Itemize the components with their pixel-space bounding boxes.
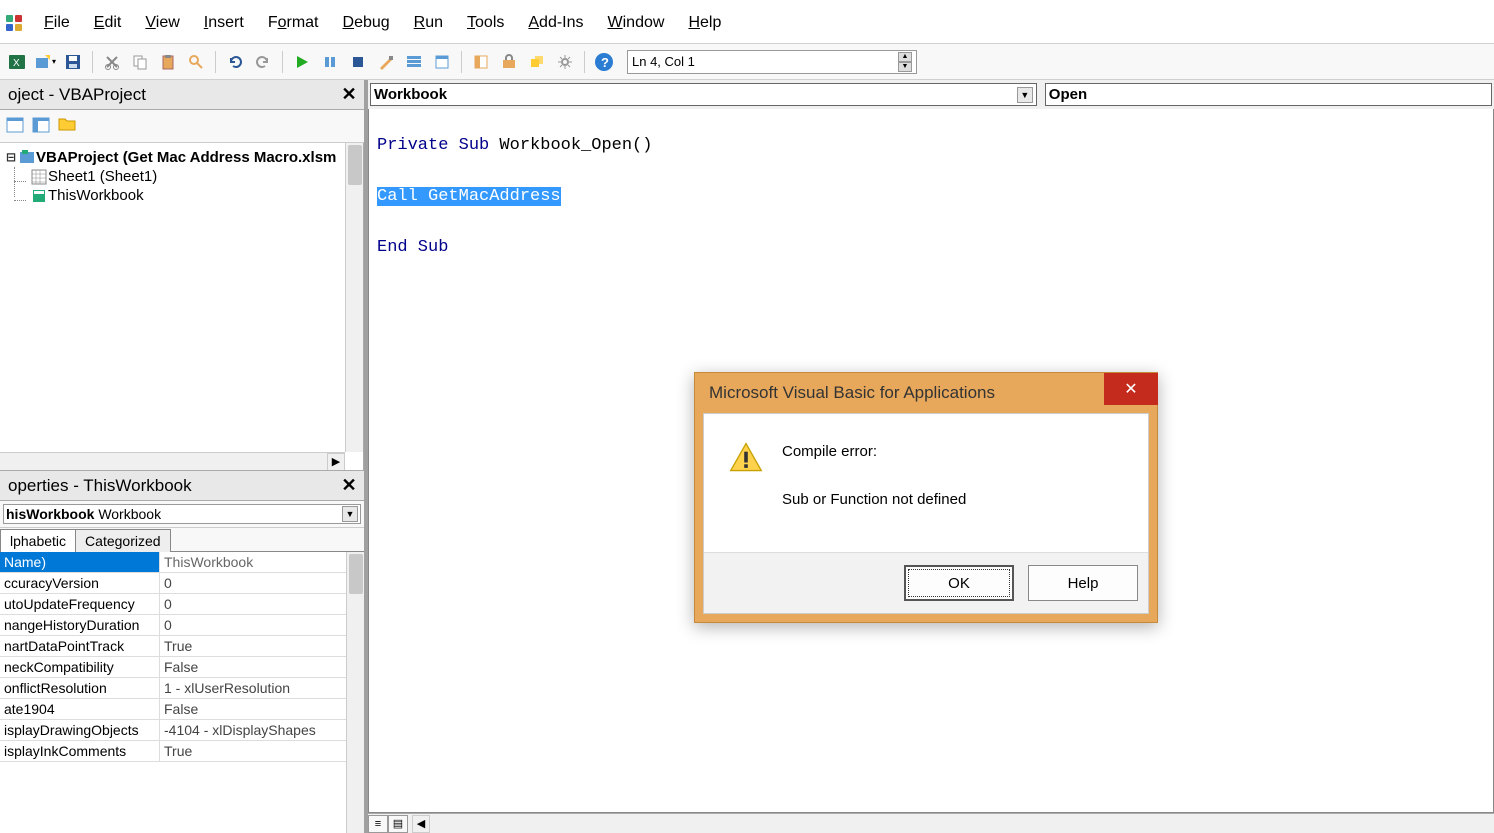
full-module-view-button[interactable]: ▤	[388, 815, 408, 833]
reset-button[interactable]	[345, 49, 371, 75]
property-row[interactable]: ate1904False	[0, 699, 364, 720]
dropdown-arrow-icon: ▼	[1017, 87, 1033, 103]
property-row[interactable]: ccuracyVersion0	[0, 573, 364, 594]
paste-button[interactable]	[155, 49, 181, 75]
property-row[interactable]: nangeHistoryDuration0	[0, 615, 364, 636]
toolbar: X ▾ ? Ln 4, Col 1 ▲ ▼	[0, 44, 1494, 80]
help-icon[interactable]: ?	[591, 49, 617, 75]
cursor-position-field[interactable]: Ln 4, Col 1 ▲ ▼	[627, 50, 917, 74]
property-row[interactable]: utoUpdateFrequency0	[0, 594, 364, 615]
menu-window[interactable]: Window	[596, 6, 677, 40]
menu-tools[interactable]: Tools	[455, 6, 516, 40]
folder-icon[interactable]	[58, 116, 78, 136]
design-mode-button[interactable]	[373, 49, 399, 75]
cursor-position-text: Ln 4, Col 1	[632, 54, 695, 69]
find-button[interactable]	[183, 49, 209, 75]
excel-icon[interactable]: X	[4, 49, 30, 75]
tree-item-thisworkbook[interactable]: ThisWorkbook	[26, 186, 363, 205]
run-button[interactable]	[289, 49, 315, 75]
dialog-heading: Compile error:	[782, 440, 966, 464]
workbook-icon	[30, 188, 48, 204]
code-bottom-bar: ≡ ▤ ◀	[368, 813, 1494, 833]
project-tree[interactable]: ⊟ VBAProject (Get Mac Address Macro.xlsm…	[0, 143, 364, 470]
properties-window-button[interactable]	[429, 49, 455, 75]
tree-item-label: ThisWorkbook	[48, 187, 144, 204]
property-row[interactable]: nartDataPointTrackTrue	[0, 636, 364, 657]
tree-root-item[interactable]: ⊟ VBAProject (Get Mac Address Macro.xlsm	[0, 147, 363, 167]
dialog-ok-button[interactable]: OK	[904, 565, 1014, 601]
tree-item-label: Sheet1 (Sheet1)	[48, 168, 157, 185]
property-row[interactable]: neckCompatibilityFalse	[0, 657, 364, 678]
dialog-title: Microsoft Visual Basic for Applications	[709, 383, 995, 403]
menu-run[interactable]: Run	[402, 6, 455, 40]
properties-scrollbar-v[interactable]	[346, 552, 364, 833]
property-row[interactable]: isplayInkCommentsTrue	[0, 741, 364, 762]
dialog-message: Sub or Function not defined	[782, 488, 966, 512]
settings-button[interactable]	[552, 49, 578, 75]
property-row[interactable]: Name)ThisWorkbook	[0, 552, 364, 573]
menu-format[interactable]: Format	[256, 6, 331, 40]
project-scrollbar-v[interactable]	[345, 143, 363, 452]
project-panel-header: oject - VBAProject ✕	[0, 80, 364, 110]
properties-panel-header: operties - ThisWorkbook ✕	[0, 471, 364, 501]
view-object-icon[interactable]	[32, 116, 52, 136]
error-dialog: Microsoft Visual Basic for Applications …	[694, 372, 1158, 623]
project-panel-close-button[interactable]: ✕	[338, 84, 360, 106]
cut-button[interactable]	[99, 49, 125, 75]
vba-project-icon	[18, 149, 36, 165]
menu-help[interactable]: Help	[676, 6, 733, 40]
tab-categorized[interactable]: Categorized	[75, 529, 171, 552]
svg-text:X: X	[13, 58, 20, 69]
menu-file[interactable]: File	[32, 6, 82, 40]
object-browser-button[interactable]	[468, 49, 494, 75]
toolbox-button[interactable]	[496, 49, 522, 75]
break-button[interactable]	[317, 49, 343, 75]
warning-icon	[728, 440, 764, 512]
properties-panel-title: operties - ThisWorkbook	[8, 476, 192, 496]
project-explorer-button[interactable]	[401, 49, 427, 75]
dialog-close-button[interactable]: ✕	[1104, 373, 1158, 405]
menu-debug[interactable]: Debug	[331, 6, 402, 40]
position-down-button[interactable]: ▼	[898, 62, 912, 72]
properties-panel-close-button[interactable]: ✕	[338, 475, 360, 497]
menu-insert[interactable]: Insert	[192, 6, 256, 40]
procedure-view-button[interactable]: ≡	[368, 815, 388, 833]
insert-module-button[interactable]: ▾	[32, 49, 58, 75]
view-code-icon[interactable]	[6, 116, 26, 136]
redo-button[interactable]	[250, 49, 276, 75]
tree-item-sheet1[interactable]: Sheet1 (Sheet1)	[26, 167, 363, 186]
svg-text:?: ?	[601, 55, 609, 70]
dropdown-arrow-icon: ▼	[342, 506, 358, 522]
selected-code: Call GetMacAddress	[377, 187, 561, 206]
property-row[interactable]: onflictResolution1 - xlUserResolution	[0, 678, 364, 699]
copy-button[interactable]	[127, 49, 153, 75]
code-object-dropdown[interactable]: Workbook ▼	[370, 83, 1037, 106]
code-procedure-dropdown[interactable]: Open ▼	[1045, 83, 1492, 106]
save-button[interactable]	[60, 49, 86, 75]
project-toolbar	[0, 110, 364, 143]
dialog-help-button[interactable]: Help	[1028, 565, 1138, 601]
menu-view[interactable]: View	[133, 6, 191, 40]
menubar: File Edit View Insert Format Debug Run T…	[0, 2, 1494, 44]
menu-edit[interactable]: Edit	[82, 6, 134, 40]
scroll-right-icon[interactable]: ▶	[327, 453, 345, 471]
properties-grid[interactable]: Name)ThisWorkbook ccuracyVersion0 utoUpd…	[0, 552, 364, 833]
worksheet-icon	[30, 169, 48, 185]
tab-order-button[interactable]	[524, 49, 550, 75]
undo-button[interactable]	[222, 49, 248, 75]
expand-icon[interactable]: ⊟	[4, 148, 18, 166]
menu-addins[interactable]: Add-Ins	[516, 6, 595, 40]
scroll-left-icon[interactable]: ◀	[412, 815, 430, 833]
project-scrollbar-h[interactable]: ▶	[0, 452, 345, 470]
properties-object-dropdown[interactable]: hisWorkbook Workbook ▼	[3, 504, 361, 524]
project-panel-title: oject - VBAProject	[8, 85, 146, 105]
tab-alphabetic[interactable]: lphabetic	[0, 529, 76, 552]
property-row[interactable]: isplayDrawingObjects-4104 - xlDisplaySha…	[0, 720, 364, 741]
position-up-button[interactable]: ▲	[898, 52, 912, 62]
tree-root-label: VBAProject (Get Mac Address Macro.xlsm	[36, 149, 336, 166]
app-icon	[4, 13, 24, 33]
